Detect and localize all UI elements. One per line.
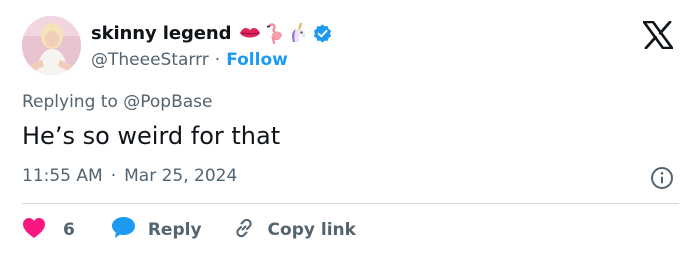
tweet-time: 11:55 AM	[22, 166, 103, 186]
like-button[interactable]: 6	[22, 217, 75, 244]
author-handle-row: @TheeeStarrr · Follow	[91, 48, 288, 72]
separator-dot: ·	[214, 50, 221, 70]
divider	[22, 203, 679, 204]
author-name-row: skinny legend	[91, 20, 333, 46]
tweet-date: Mar 25, 2024	[124, 166, 238, 186]
info-icon[interactable]	[650, 166, 674, 190]
replying-to-label: Replying to	[22, 92, 124, 112]
action-bar: 6 Reply Copy link	[22, 216, 356, 244]
like-count: 6	[63, 220, 75, 240]
x-logo-icon[interactable]	[642, 20, 674, 50]
copy-link-label: Copy link	[267, 220, 356, 240]
flamingo-icon	[263, 22, 285, 44]
avatar[interactable]	[22, 16, 81, 75]
reply-label: Reply	[147, 220, 202, 240]
follow-button[interactable]: Follow	[226, 50, 288, 70]
tweet-timestamp[interactable]: 11:55 AM · Mar 25, 2024	[22, 166, 237, 186]
replying-to-mention[interactable]: @PopBase	[123, 92, 212, 112]
unicorn-icon	[287, 22, 309, 44]
verified-badge-icon	[312, 23, 333, 44]
separator-dot: ·	[110, 166, 117, 186]
name-emojis	[239, 22, 309, 44]
heart-icon	[22, 217, 46, 244]
tweet-text: He’s so weird for that	[22, 122, 281, 150]
speech-bubble-icon	[111, 216, 136, 244]
copy-link-button[interactable]: Copy link	[232, 216, 356, 245]
link-icon	[232, 216, 256, 245]
author-display-name[interactable]: skinny legend	[91, 23, 231, 44]
reply-button[interactable]: Reply	[111, 216, 202, 244]
replying-to-line: Replying to @PopBase	[22, 92, 212, 112]
lips-icon	[239, 25, 261, 41]
author-handle[interactable]: @TheeeStarrr	[91, 50, 209, 70]
